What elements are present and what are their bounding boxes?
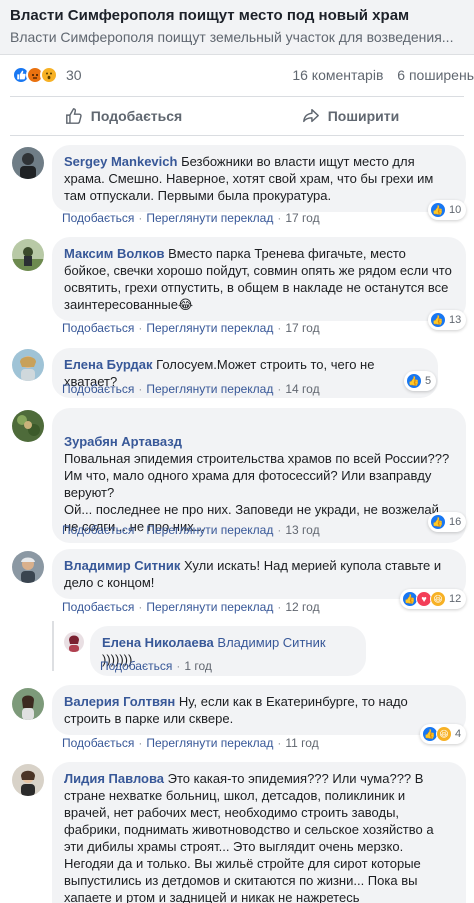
comment-like-link[interactable]: Подобається [62,211,134,225]
like-reaction-icon: 👍 [406,373,422,389]
comment-author[interactable]: Елена Бурдак [64,357,153,372]
thumbs-up-icon [65,108,82,124]
comment-author[interactable]: Валерия Голтвян [64,694,175,709]
avatar[interactable] [12,349,44,381]
avatar[interactable] [64,632,84,652]
avatar[interactable] [12,147,44,179]
comment-meta: Подобається · Переглянути переклад · 17 год [62,211,320,225]
reply-meta: Подобається · 1 год [100,659,212,673]
comment-author[interactable]: Максим Волков [64,246,165,261]
comment-reactions[interactable]: 👍 13 [428,310,467,330]
comment-time[interactable]: 11 год [285,736,318,750]
reply-time[interactable]: 1 год [184,659,212,673]
share-arrow-icon [302,108,319,123]
comment-like-link[interactable]: Подобається [62,382,134,396]
comment-author[interactable]: Sergey Mankevich [64,154,177,169]
comment-reactions[interactable]: 👍 😆 4 [420,724,467,744]
see-translation-link[interactable]: Переглянути переклад [146,523,273,537]
reply-mention[interactable]: Владимир Ситник [217,635,325,650]
see-translation-link[interactable]: Переглянути переклад [146,211,273,225]
comment-meta: Подобається · Переглянути переклад · 11 год [62,736,319,750]
reply-author[interactable]: Елена Николаева [102,635,214,650]
like-button-label: Подобається [90,108,183,124]
haha-reaction-icon: 😆 [430,591,446,607]
comments-count[interactable]: 16 коментарів [292,67,383,83]
avatar[interactable] [12,239,44,271]
comment-time[interactable]: 13 год [285,523,319,537]
link-preview-card[interactable]: Власти Симферополя поищут место под новы… [0,0,474,55]
comment-reactions[interactable]: 👍 ♥ 😆 12 [400,589,467,609]
comment-like-link[interactable]: Подобається [62,600,134,614]
avatar[interactable] [12,764,44,796]
like-reaction-icon: 👍 [430,202,446,218]
haha-reaction-icon: 😆 [436,726,452,742]
comment-reactions[interactable]: 👍 10 [428,200,467,220]
comment-meta: Подобається · Переглянути переклад · 14 год [62,382,320,396]
comment-bubble: Sergey Mankevich Безбожники во власти ищ… [52,145,466,212]
comment-author[interactable]: Владимир Ситник [64,558,180,573]
comment-reaction-count: 10 [449,204,462,216]
share-button-label: Поширити [327,108,400,124]
comment-time[interactable]: 12 год [285,600,319,614]
comment-time[interactable]: 17 год [285,211,319,225]
comment-like-link[interactable]: Подобається [62,736,134,750]
avatar[interactable] [12,551,44,583]
like-reaction-icon: 👍 [430,312,446,328]
comment-like-link[interactable]: Подобається [62,321,134,335]
comment-reactions[interactable]: 👍 16 [428,512,467,532]
reaction-count[interactable]: 30 [66,67,82,83]
see-translation-link[interactable]: Переглянути переклад [146,600,273,614]
avatar[interactable] [12,688,44,720]
comment-text: Повальная эпидемия строительства храмов … [64,451,450,534]
comment-meta: Подобається · Переглянути переклад · 12 год [62,600,320,614]
reply-like-link[interactable]: Подобається [100,659,172,673]
comment-author[interactable]: Зурабян Артавазд [64,434,182,449]
comment-author[interactable]: Лидия Павлова [64,771,164,786]
comment-time[interactable]: 14 год [285,382,319,396]
link-title[interactable]: Власти Симферополя поищут место под новы… [10,6,464,26]
avatar[interactable] [12,410,44,442]
comment-meta: Подобається · Переглянути переклад · 17 год [62,321,320,335]
comment-reaction-count: 12 [449,593,462,605]
comment-reaction-count: 16 [449,516,462,528]
post-stats: 30 16 коментарів 6 поширень [0,60,474,88]
shares-count[interactable]: 6 поширень [397,67,474,83]
comment-reaction-count: 13 [449,314,462,326]
comment-bubble: Валерия Голтвян Ну, если как в Екатеринб… [52,685,466,735]
wow-reaction-icon [40,66,58,84]
comment-text: Это какая-то эпидемия??? Или чума??? В с… [64,771,434,903]
like-button[interactable]: Подобається [10,97,237,135]
comment-bubble: Максим Волков Вместо парка Тренева фигач… [52,237,466,321]
see-translation-link[interactable]: Переглянути переклад [146,736,273,750]
comment-meta: Подобається · Переглянути переклад · 13 год [62,523,320,537]
comment-reaction-count: 4 [455,728,462,740]
link-description: Власти Симферополя поищут земельный учас… [10,29,454,45]
share-button[interactable]: Поширити [237,97,464,135]
comment-time[interactable]: 17 год [285,321,319,335]
action-bar: Подобається Поширити [10,96,464,136]
reaction-icons[interactable] [12,66,58,84]
comment-reactions[interactable]: 👍 5 [404,371,437,391]
comment-bubble: Лидия Павлова Это какая-то эпидемия??? И… [52,762,466,903]
reply-thread-line [52,621,54,671]
comment-like-link[interactable]: Подобається [62,523,134,537]
like-reaction-icon: 👍 [430,514,446,530]
see-translation-link[interactable]: Переглянути переклад [146,321,273,335]
comment-reaction-count: 5 [425,375,432,387]
see-translation-link[interactable]: Переглянути переклад [146,382,273,396]
